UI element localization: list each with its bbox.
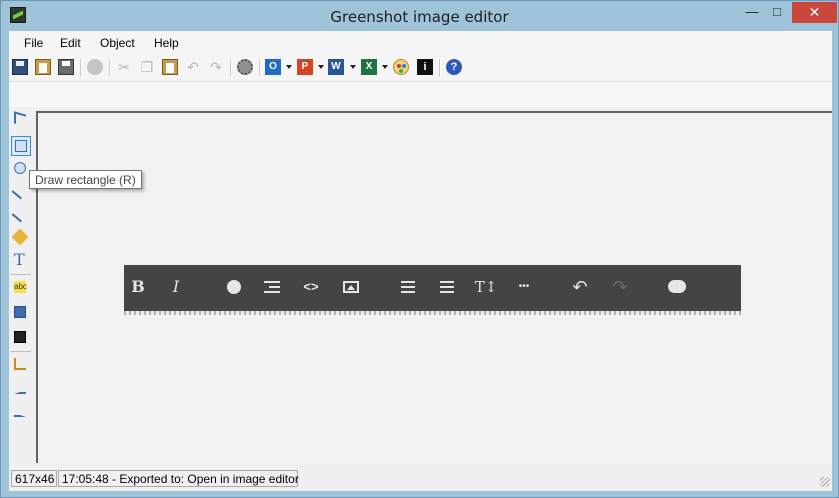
- select-icon: [14, 111, 26, 127]
- properties-toolbar: [9, 81, 832, 108]
- ordered-list-icon: [401, 281, 415, 293]
- excel-dropdown-icon[interactable]: [382, 65, 388, 69]
- line-icon: [11, 182, 29, 200]
- freehand-tool[interactable]: [11, 228, 31, 248]
- excel-icon[interactable]: X: [361, 59, 377, 75]
- step-label-tool[interactable]: [11, 328, 31, 348]
- freehand-icon: [11, 228, 29, 246]
- status-bar: 617x46 17:05:48 - Exported to: Open in i…: [9, 467, 832, 489]
- italic-icon: I: [172, 277, 180, 296]
- main-toolbar: ✂ ❐ ↶ ↷ O P W X i ?: [9, 55, 832, 81]
- indent-icon: [264, 281, 280, 293]
- toolbar-separator: [230, 59, 232, 76]
- captured-image[interactable]: B I <> T↕ ••• ↶ ↷: [124, 265, 741, 315]
- line-tool[interactable]: [11, 182, 31, 202]
- cut-icon[interactable]: ✂: [116, 59, 132, 75]
- toolbar-separator: [80, 59, 82, 76]
- toolbar-separator: [439, 59, 441, 76]
- bold-icon: B: [131, 277, 145, 296]
- crop-tool[interactable]: [11, 355, 31, 375]
- more-icon: •••: [518, 281, 530, 292]
- copy-icon[interactable]: ❐: [139, 59, 155, 75]
- obfuscate-tool[interactable]: [11, 303, 31, 323]
- code-icon: <>: [303, 279, 319, 294]
- text-size-icon: T↕: [474, 278, 498, 296]
- rectangle-tool[interactable]: [11, 136, 31, 156]
- outlook-dropdown-icon[interactable]: [286, 65, 292, 69]
- word-dropdown-icon[interactable]: [350, 65, 356, 69]
- image-icon: [343, 281, 359, 293]
- settings-icon[interactable]: [237, 59, 253, 75]
- tools-separator: [11, 351, 31, 352]
- text-tool[interactable]: T: [11, 251, 31, 271]
- editor-client-area: File Edit Object Help ✂ ❐ ↶ ↷ O P W X i …: [9, 31, 832, 491]
- greenshot-editor-window: Greenshot image editor — □ ✕ File Edit O…: [0, 0, 839, 498]
- paint-icon[interactable]: [393, 59, 409, 75]
- tools-separator: [11, 274, 31, 275]
- drawing-tools-sidebar: T abc: [9, 107, 35, 465]
- window-title: Greenshot image editor: [330, 8, 509, 26]
- ellipse-icon: [14, 162, 26, 174]
- outlook-icon[interactable]: O: [265, 59, 281, 75]
- save-icon[interactable]: [12, 59, 28, 75]
- powerpoint-dropdown-icon[interactable]: [318, 65, 324, 69]
- powerpoint-icon[interactable]: P: [297, 59, 313, 75]
- menu-bar: File Edit Object Help: [9, 31, 832, 55]
- obfuscate-icon: [14, 306, 26, 318]
- rotate-right-icon: [14, 405, 26, 417]
- arrow-tool[interactable]: [11, 205, 31, 225]
- text-icon: T: [14, 250, 25, 269]
- menu-help[interactable]: Help: [154, 36, 179, 50]
- minimize-button[interactable]: —: [740, 2, 764, 23]
- redo-icon[interactable]: ↷: [208, 59, 224, 75]
- ellipse-tool[interactable]: [11, 159, 31, 179]
- status-message: 17:05:48 - Exported to: Open in image ed…: [58, 470, 299, 487]
- menu-object[interactable]: Object: [100, 36, 135, 50]
- undo-arrow-icon: ↶: [572, 277, 588, 297]
- toolbar-separator: [259, 59, 261, 76]
- image-canvas-area[interactable]: B I <> T↕ ••• ↶ ↷: [36, 111, 832, 463]
- toolbar-separator: [109, 59, 111, 76]
- select-tool[interactable]: [11, 110, 31, 130]
- redo-arrow-icon: ↷: [612, 277, 628, 297]
- highlight-icon: abc: [14, 281, 27, 293]
- imgur-icon[interactable]: i: [417, 59, 433, 75]
- tooltip: Draw rectangle (R): [29, 170, 142, 189]
- maximize-button[interactable]: □: [765, 2, 789, 23]
- image-dimensions: 617x46: [11, 470, 57, 487]
- menu-file[interactable]: File: [24, 36, 43, 50]
- help-icon[interactable]: ?: [446, 59, 462, 75]
- clipboard-icon[interactable]: [35, 59, 51, 75]
- globe-icon: [227, 280, 241, 294]
- rotate-left-tool[interactable]: [11, 379, 31, 399]
- undo-icon[interactable]: ↶: [185, 59, 201, 75]
- unordered-list-icon: [440, 281, 454, 293]
- paste-icon[interactable]: [162, 59, 178, 75]
- step-label-icon: [14, 331, 26, 343]
- rotate-right-tool[interactable]: [11, 402, 31, 422]
- close-button[interactable]: ✕: [792, 2, 837, 23]
- word-icon[interactable]: W: [328, 59, 344, 75]
- title-bar[interactable]: Greenshot image editor — □ ✕: [1, 1, 838, 31]
- rectangle-icon: [15, 140, 27, 152]
- rotate-left-icon: [14, 382, 26, 394]
- menu-edit[interactable]: Edit: [60, 36, 81, 50]
- arrow-icon: [11, 205, 29, 223]
- highlight-tool[interactable]: abc: [11, 278, 31, 298]
- comment-icon: [668, 280, 686, 293]
- resize-grip-icon[interactable]: [820, 477, 830, 487]
- print-icon[interactable]: [58, 59, 74, 75]
- delete-icon[interactable]: [87, 59, 103, 75]
- crop-icon: [14, 358, 26, 370]
